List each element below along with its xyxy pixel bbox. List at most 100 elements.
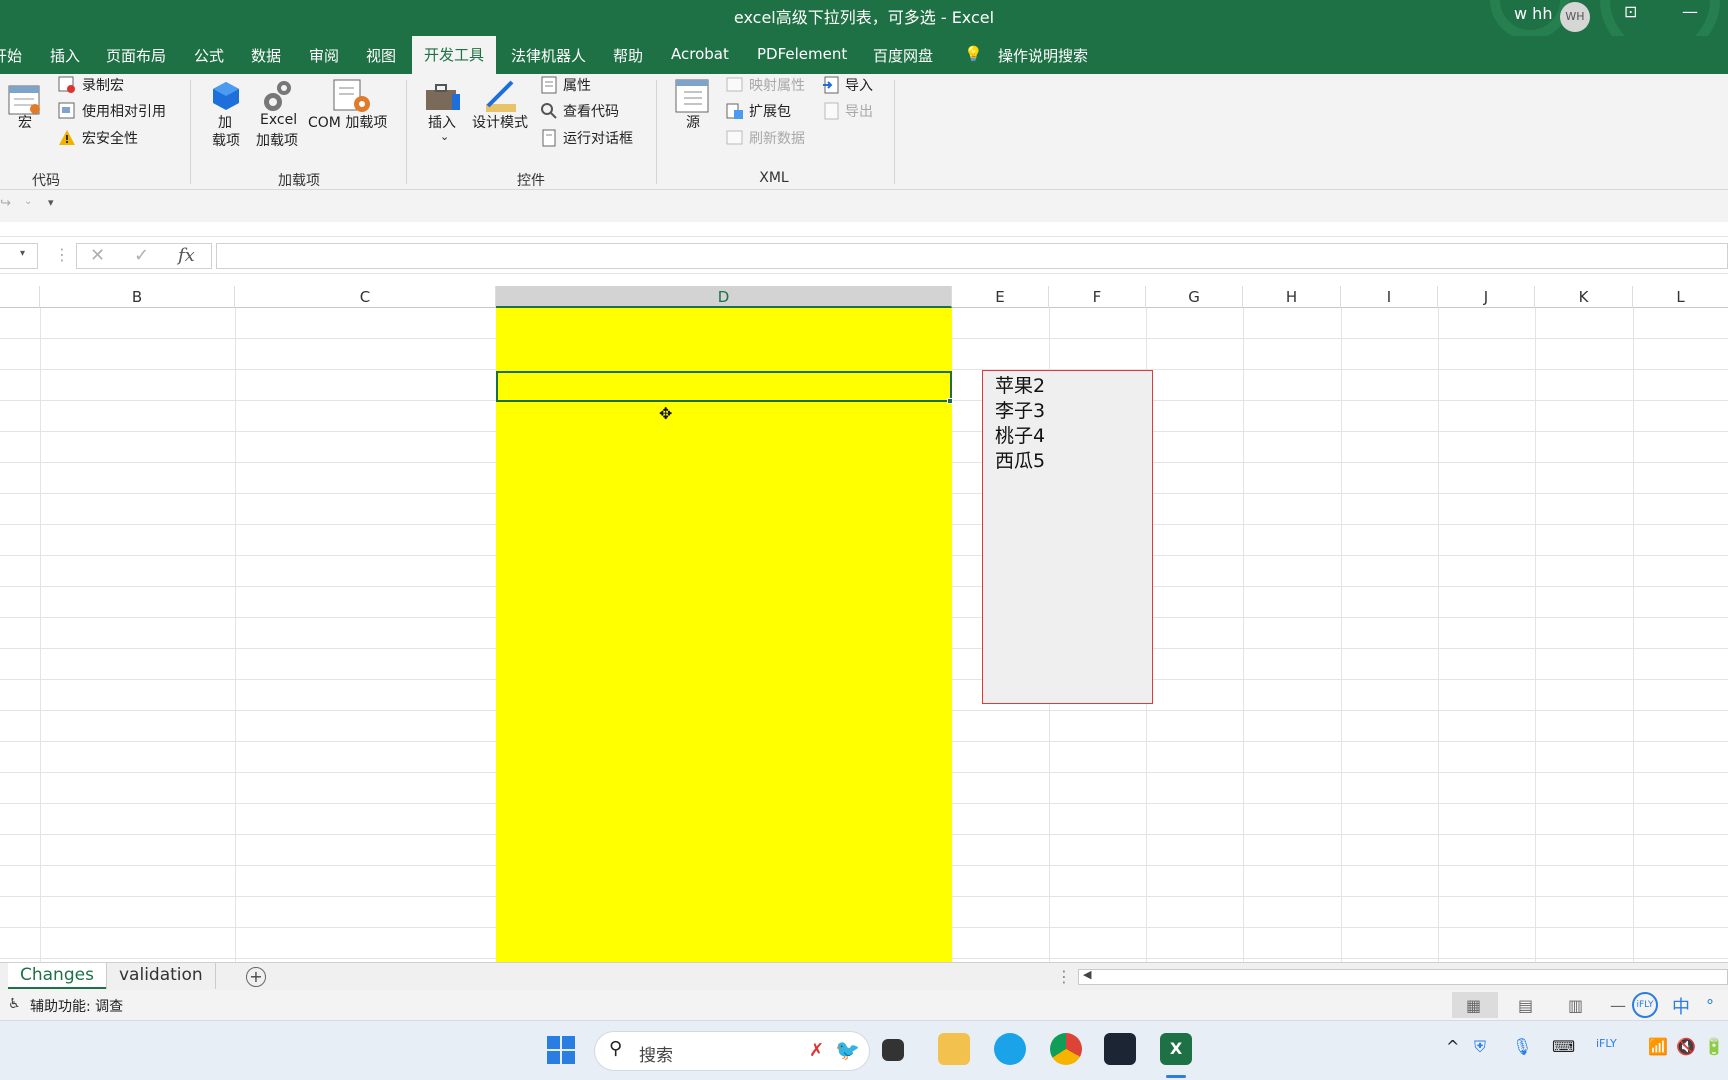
terminal-app-icon[interactable] xyxy=(1104,1033,1136,1065)
user-name[interactable]: w hh xyxy=(1514,4,1552,23)
chevron-down-icon[interactable]: ⌄ xyxy=(24,196,32,207)
ribbon-display-options-icon[interactable]: ⊡ xyxy=(1624,2,1637,21)
column-header-a[interactable] xyxy=(0,286,40,308)
column-header-i[interactable]: I xyxy=(1341,286,1438,308)
xml-source-button[interactable]: 源 xyxy=(686,112,700,132)
use-relative-references-button[interactable]: 使用相对引用 xyxy=(82,101,166,121)
tab-page-layout[interactable]: 页面布局 xyxy=(106,45,166,66)
taskbar-search[interactable]: ⚲ 搜索 ✗ 🐦 xyxy=(594,1031,870,1071)
keyboard-icon[interactable]: ⌨ xyxy=(1552,1037,1575,1056)
edge-icon[interactable] xyxy=(994,1033,1026,1065)
import-button[interactable]: 导入 xyxy=(845,75,873,95)
tab-data[interactable]: 数据 xyxy=(251,45,281,66)
excel-addins-line2[interactable]: 加载项 xyxy=(256,130,298,150)
highlighted-column-d[interactable] xyxy=(496,308,952,962)
properties-button[interactable]: 属性 xyxy=(563,75,591,95)
insert-function-icon[interactable]: fx xyxy=(178,245,195,266)
macro-button[interactable]: 宏 xyxy=(18,112,32,132)
scroll-left-icon[interactable]: ◀ xyxy=(1083,968,1091,981)
expansion-packs-button[interactable]: 扩展包 xyxy=(749,101,791,121)
tab-review[interactable]: 审阅 xyxy=(309,45,339,66)
customize-toolbar-icon[interactable]: ▾ xyxy=(48,196,54,209)
add-sheet-icon[interactable]: + xyxy=(246,967,266,987)
ifly-tray-icon[interactable]: iFLY xyxy=(1596,1037,1617,1050)
tab-home[interactable]: 开始 xyxy=(0,45,22,66)
addins-label-line2[interactable]: 载项 xyxy=(212,130,240,150)
ifly-icon[interactable]: iFLY xyxy=(1632,992,1658,1018)
page-break-view-icon[interactable]: ▥ xyxy=(1568,996,1583,1015)
tell-me-search[interactable]: 操作说明搜索 xyxy=(998,45,1088,66)
tab-formulas[interactable]: 公式 xyxy=(194,45,224,66)
tab-acrobat[interactable]: Acrobat xyxy=(671,45,729,63)
excel-addins-line1[interactable]: Excel xyxy=(260,112,297,128)
chevron-down-icon[interactable]: ▾ xyxy=(20,248,25,259)
normal-view-icon[interactable]: ▦ xyxy=(1466,996,1481,1015)
sheet-tab-validation[interactable]: validation xyxy=(106,963,216,989)
macro-security-button[interactable]: 宏安全性 xyxy=(82,128,138,148)
record-macro-button[interactable]: 录制宏 xyxy=(82,75,124,95)
column-header-d[interactable]: D xyxy=(496,286,952,308)
accessibility-icon[interactable]: ♿ xyxy=(8,996,21,1012)
active-cell[interactable] xyxy=(496,371,952,402)
tab-help[interactable]: 帮助 xyxy=(613,45,643,66)
horizontal-scrollbar[interactable]: ◀ xyxy=(1078,968,1728,985)
tray-overflow-icon[interactable]: ^ xyxy=(1446,1037,1459,1056)
fill-handle[interactable] xyxy=(947,398,953,404)
view-code-button[interactable]: 查看代码 xyxy=(563,101,619,121)
chrome-icon[interactable] xyxy=(1050,1033,1082,1065)
formula-input[interactable] xyxy=(216,243,1728,269)
worksheet-grid[interactable]: ✥ 苹果2 李子3 桃子4 西瓜5 xyxy=(0,308,1728,962)
list-item[interactable]: 李子3 xyxy=(995,399,1152,424)
tab-insert[interactable]: 插入 xyxy=(50,45,80,66)
export-button[interactable]: 导出 xyxy=(845,101,873,121)
list-item[interactable]: 苹果2 xyxy=(995,374,1152,399)
insert-control-button[interactable]: 插入 xyxy=(428,112,456,132)
name-box[interactable]: ▾ xyxy=(0,243,38,269)
page-layout-view-icon[interactable]: ▤ xyxy=(1518,996,1533,1015)
column-header-b[interactable]: B xyxy=(40,286,235,308)
column-header-e[interactable]: E xyxy=(952,286,1049,308)
column-header-c[interactable]: C xyxy=(235,286,496,308)
minimize-icon[interactable]: — xyxy=(1682,2,1698,21)
column-header-h[interactable]: H xyxy=(1243,286,1341,308)
design-mode-button[interactable]: 设计模式 xyxy=(472,112,528,132)
list-item[interactable]: 桃子4 xyxy=(995,424,1152,449)
excel-taskbar-icon[interactable]: X xyxy=(1160,1033,1192,1065)
column-header-k[interactable]: K xyxy=(1535,286,1633,308)
windows-start-icon[interactable] xyxy=(546,1035,576,1065)
sheet-tab-changes[interactable]: Changes xyxy=(8,963,106,989)
column-header-f[interactable]: F xyxy=(1049,286,1146,308)
redo-icon[interactable]: ↪ xyxy=(0,196,11,211)
tab-baidu-netdisk[interactable]: 百度网盘 xyxy=(873,45,933,66)
volume-muted-icon[interactable]: 🔇 xyxy=(1676,1037,1696,1056)
security-shield-icon[interactable]: ⛨ xyxy=(1474,1037,1486,1057)
accessibility-status[interactable]: 辅助功能: 调查 xyxy=(30,996,123,1016)
list-item[interactable]: 西瓜5 xyxy=(995,449,1152,474)
battery-icon[interactable]: 🔋 xyxy=(1704,1037,1724,1056)
file-explorer-icon[interactable] xyxy=(938,1033,970,1065)
splitter-handle[interactable]: ⋮ xyxy=(1056,967,1072,986)
multi-select-listbox[interactable]: 苹果2 李子3 桃子4 西瓜5 xyxy=(982,370,1153,704)
column-header-g[interactable]: G xyxy=(1146,286,1243,308)
cancel-icon[interactable]: ✕ xyxy=(90,245,105,266)
ime-settings-icon[interactable]: ° xyxy=(1706,996,1714,1015)
column-header-l[interactable]: L xyxy=(1633,286,1728,308)
wifi-icon[interactable]: 📶 xyxy=(1648,1037,1668,1056)
map-properties-button[interactable]: 映射属性 xyxy=(749,75,805,95)
chevron-down-icon[interactable]: ⌄ xyxy=(440,130,449,143)
zoom-out-icon[interactable]: — xyxy=(1610,996,1626,1015)
com-addins-button[interactable]: COM 加载项 xyxy=(308,112,387,132)
tab-legal-robot[interactable]: 法律机器人 xyxy=(511,45,586,66)
tab-view[interactable]: 视图 xyxy=(366,45,396,66)
microphone-icon[interactable]: 🎙 xyxy=(1512,1037,1532,1056)
enter-icon[interactable]: ✓ xyxy=(134,245,149,266)
ime-chinese-indicator[interactable]: 中 xyxy=(1672,993,1690,1019)
avatar[interactable]: WH xyxy=(1560,2,1590,32)
task-view-icon[interactable] xyxy=(882,1039,904,1061)
tab-developer[interactable]: 开发工具 xyxy=(412,36,497,74)
refresh-data-button[interactable]: 刷新数据 xyxy=(749,128,805,148)
column-header-j[interactable]: J xyxy=(1438,286,1535,308)
run-dialog-button[interactable]: 运行对话框 xyxy=(563,128,633,148)
addins-label-line1[interactable]: 加 xyxy=(218,112,232,132)
tab-pdfelement[interactable]: PDFelement xyxy=(757,45,847,63)
